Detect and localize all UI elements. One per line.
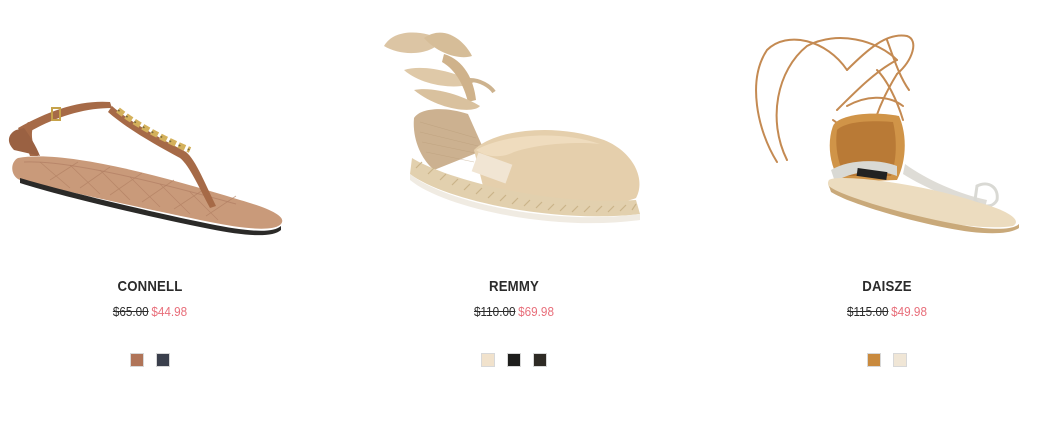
original-price: $65.00: [112, 304, 149, 319]
color-swatches: [737, 353, 1037, 367]
gladiator-lace-up-sandal-image: [755, 34, 1019, 234]
color-swatch-black[interactable]: [507, 353, 521, 367]
color-swatch-natural[interactable]: [481, 353, 495, 367]
color-swatches: [364, 353, 664, 367]
product-image[interactable]: [0, 10, 300, 255]
original-price: $115.00: [847, 304, 889, 319]
sale-price: $69.98: [518, 304, 554, 319]
product-name[interactable]: DAISZE: [755, 278, 1019, 295]
product-card[interactable]: REMMY $110.00 $69.98: [364, 0, 664, 432]
thong-sandal-chain-image: [8, 101, 283, 236]
price-row: $65.00 $44.98: [15, 304, 285, 319]
sale-price: $49.98: [891, 304, 927, 319]
product-image[interactable]: [737, 10, 1037, 255]
product-name[interactable]: REMMY: [382, 278, 646, 295]
color-swatch-cognac[interactable]: [867, 353, 881, 367]
color-swatch-black-leopard[interactable]: [533, 353, 547, 367]
product-image[interactable]: [364, 10, 664, 255]
color-swatch-navy[interactable]: [156, 353, 170, 367]
espadrille-flat-lace-up-image: [384, 32, 640, 224]
color-swatches: [0, 353, 300, 367]
color-swatch-cognac[interactable]: [130, 353, 144, 367]
product-name[interactable]: CONNELL: [18, 278, 282, 295]
product-card[interactable]: DAISZE $115.00 $49.98: [737, 0, 1037, 432]
product-card[interactable]: CONNELL $65.00 $44.98: [0, 0, 300, 432]
price-row: $110.00 $69.98: [379, 304, 649, 319]
color-swatch-bone[interactable]: [893, 353, 907, 367]
price-row: $115.00 $49.98: [752, 304, 1022, 319]
product-grid: CONNELL $65.00 $44.98 REMMY $110.00 $69.…: [0, 0, 1055, 432]
sale-price: $44.98: [151, 304, 188, 319]
original-price: $110.00: [474, 304, 516, 319]
